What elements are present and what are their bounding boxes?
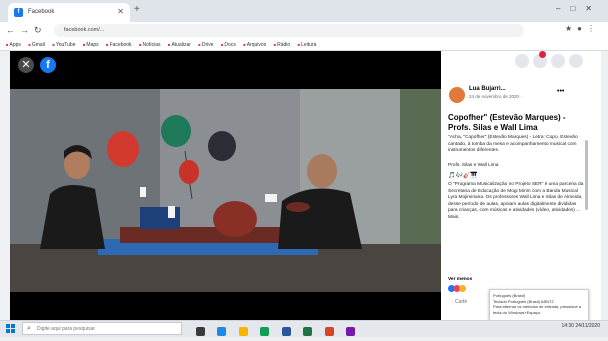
chrome-icon[interactable] (260, 327, 270, 336)
search-placeholder: Digite aqui para pesquisar (37, 326, 96, 332)
post-side-panel: Lua Bujarri... 24 de novembro de 2020 · … (441, 51, 601, 320)
post-text: O "Programa Musicalização no Projeto SER… (448, 182, 584, 220)
back-icon[interactable]: ← (6, 25, 15, 35)
video-scene (10, 89, 441, 292)
reactions-icon[interactable] (448, 285, 478, 292)
window-controls[interactable]: –□✕ (556, 4, 602, 13)
post-text: Profs. Silas e Wall Lima (448, 163, 499, 168)
emoji-row: 🎵🎶🎸🎹 (448, 173, 478, 179)
red-balloon (107, 131, 139, 167)
bookmark-item[interactable]: Leitura (298, 42, 316, 48)
edge-icon[interactable] (217, 327, 227, 336)
taskbar-apps (196, 323, 363, 336)
bookmark-item[interactable]: Notícias (139, 42, 160, 48)
dark-balloon (208, 131, 236, 161)
post-title: Copofher" (Estevão Marques) - Profs. Sil… (448, 113, 566, 132)
app-icon[interactable] (346, 327, 356, 336)
post-author[interactable]: Lua Bujarri... (469, 86, 506, 92)
bookmark-item[interactable]: Facebook (106, 42, 132, 48)
notifications-icon[interactable] (551, 54, 565, 68)
video-frame[interactable] (10, 89, 441, 292)
account-menu-icon[interactable] (569, 54, 583, 68)
post-text: "Acha, "Copofher" (Estevão Marques) - Le… (448, 135, 578, 154)
red-balloon (179, 160, 199, 184)
green-balloon (161, 115, 191, 147)
address-bar[interactable]: facebook.com/... (54, 24, 524, 37)
system-tray-clock[interactable]: 14:30 24/11/2020 (561, 323, 600, 329)
reload-icon[interactable]: ↻ (34, 25, 42, 36)
windows-start-icon[interactable] (6, 324, 15, 333)
add-icon[interactable] (515, 54, 529, 68)
bookmark-item[interactable]: Maps (83, 42, 98, 48)
bookmark-item[interactable]: Atualizar (168, 42, 190, 48)
like-button[interactable]: Curtir (455, 299, 467, 305)
bookmarks-bar: Apps Gmail YouTube Maps Facebook Notícia… (0, 39, 608, 51)
input-language-notification[interactable]: Português (Brasil) Teclado Português (Br… (489, 289, 589, 321)
task-view-icon[interactable] (196, 327, 205, 336)
avatar[interactable] (449, 87, 465, 103)
notification-badge (539, 51, 546, 58)
bookmark-item[interactable]: Docs (221, 42, 235, 48)
close-tab-icon[interactable]: ✕ (117, 7, 124, 16)
bookmark-item[interactable]: Apps (6, 42, 21, 48)
extension-icons[interactable]: ★●⋮ (565, 24, 600, 33)
word-icon[interactable] (281, 327, 291, 336)
file-explorer-icon[interactable] (238, 327, 248, 336)
notification-line: Para alternar os métodos de entrada, pre… (493, 304, 582, 315)
bookmark-item[interactable]: Gmail (28, 42, 45, 48)
new-tab-icon[interactable]: + (134, 4, 140, 15)
media-viewer: ✕ f (10, 51, 441, 332)
forward-icon[interactable]: → (20, 25, 29, 35)
post-date[interactable]: 24 de novembro de 2020 · (469, 94, 522, 99)
see-more-link[interactable]: Ver menos (448, 277, 472, 282)
taskbar-search-input[interactable]: ⌕ Digite aqui para pesquisar (22, 322, 182, 335)
url-text: facebook.com/... (64, 27, 105, 33)
facebook-favicon-icon: f (14, 8, 23, 17)
excel-icon[interactable] (303, 327, 313, 336)
search-icon: ⌕ (27, 325, 31, 332)
bookmark-item[interactable]: Arquivos (243, 42, 266, 48)
bookmark-item[interactable]: YouTube (52, 42, 76, 48)
bookmark-item[interactable]: Rádio (274, 42, 290, 48)
tab-title: Facebook (28, 9, 55, 15)
browser-tab[interactable]: f Facebook ✕ (8, 3, 130, 22)
more-options-icon[interactable]: ••• (557, 88, 564, 95)
close-viewer-button[interactable]: ✕ (18, 57, 34, 73)
powerpoint-icon[interactable] (324, 327, 334, 336)
bookmark-item[interactable]: Drive (198, 42, 214, 48)
facebook-logo-icon[interactable]: f (40, 57, 56, 73)
panel-scrollbar[interactable] (585, 140, 588, 210)
